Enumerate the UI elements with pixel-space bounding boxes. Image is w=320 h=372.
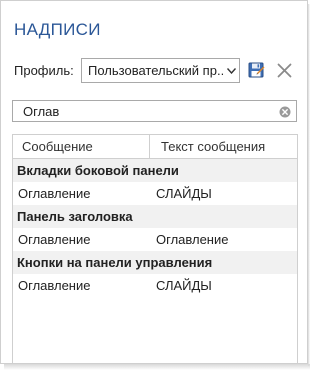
cell-message: Оглавление bbox=[18, 232, 91, 247]
save-icon bbox=[248, 62, 265, 78]
column-header-message[interactable]: Сообщение bbox=[13, 135, 150, 158]
cell-message-text[interactable]: СЛАЙДЫ bbox=[150, 278, 297, 293]
panel-shadow bbox=[4, 364, 310, 370]
clear-search-button[interactable] bbox=[279, 105, 291, 118]
save-profile-button[interactable] bbox=[248, 62, 265, 79]
chevron-down-icon bbox=[223, 59, 239, 82]
panel-title: НАДПИСИ bbox=[14, 20, 101, 39]
panel-shadow bbox=[308, 4, 310, 366]
close-icon bbox=[277, 63, 292, 78]
cell-message: Оглавление bbox=[18, 278, 91, 293]
search-box bbox=[12, 100, 297, 122]
cell-message-text[interactable]: СЛАЙДЫ bbox=[150, 186, 297, 201]
group-row-title-bar[interactable]: Панель заголовка bbox=[13, 205, 297, 228]
captions-table: Сообщение Текст сообщения Вкладки боково… bbox=[12, 134, 298, 364]
table-header: Сообщение Текст сообщения bbox=[13, 135, 297, 159]
table-row[interactable]: Оглавление Оглавление bbox=[13, 228, 297, 251]
table-row[interactable]: Оглавление СЛАЙДЫ bbox=[13, 274, 297, 297]
search-input[interactable] bbox=[13, 101, 285, 121]
cell-message-text[interactable]: Оглавление bbox=[150, 232, 297, 247]
column-header-message-text[interactable]: Текст сообщения bbox=[150, 135, 297, 158]
clear-icon bbox=[279, 106, 291, 118]
cell-message: Оглавление bbox=[18, 186, 91, 201]
table-row[interactable]: Оглавление СЛАЙДЫ bbox=[13, 182, 297, 205]
group-row-control-panel-buttons[interactable]: Кнопки на панели управления bbox=[13, 251, 297, 274]
profile-dropdown[interactable]: Пользовательский пр... bbox=[81, 58, 240, 83]
group-row-sidebar-tabs[interactable]: Вкладки боковой панели bbox=[13, 159, 297, 182]
profile-label: Профиль: bbox=[14, 63, 74, 78]
delete-profile-button[interactable] bbox=[276, 62, 293, 79]
profile-dropdown-value: Пользовательский пр... bbox=[88, 63, 223, 78]
captions-panel: НАДПИСИ Профиль: Пользовательский пр... bbox=[0, 0, 308, 364]
